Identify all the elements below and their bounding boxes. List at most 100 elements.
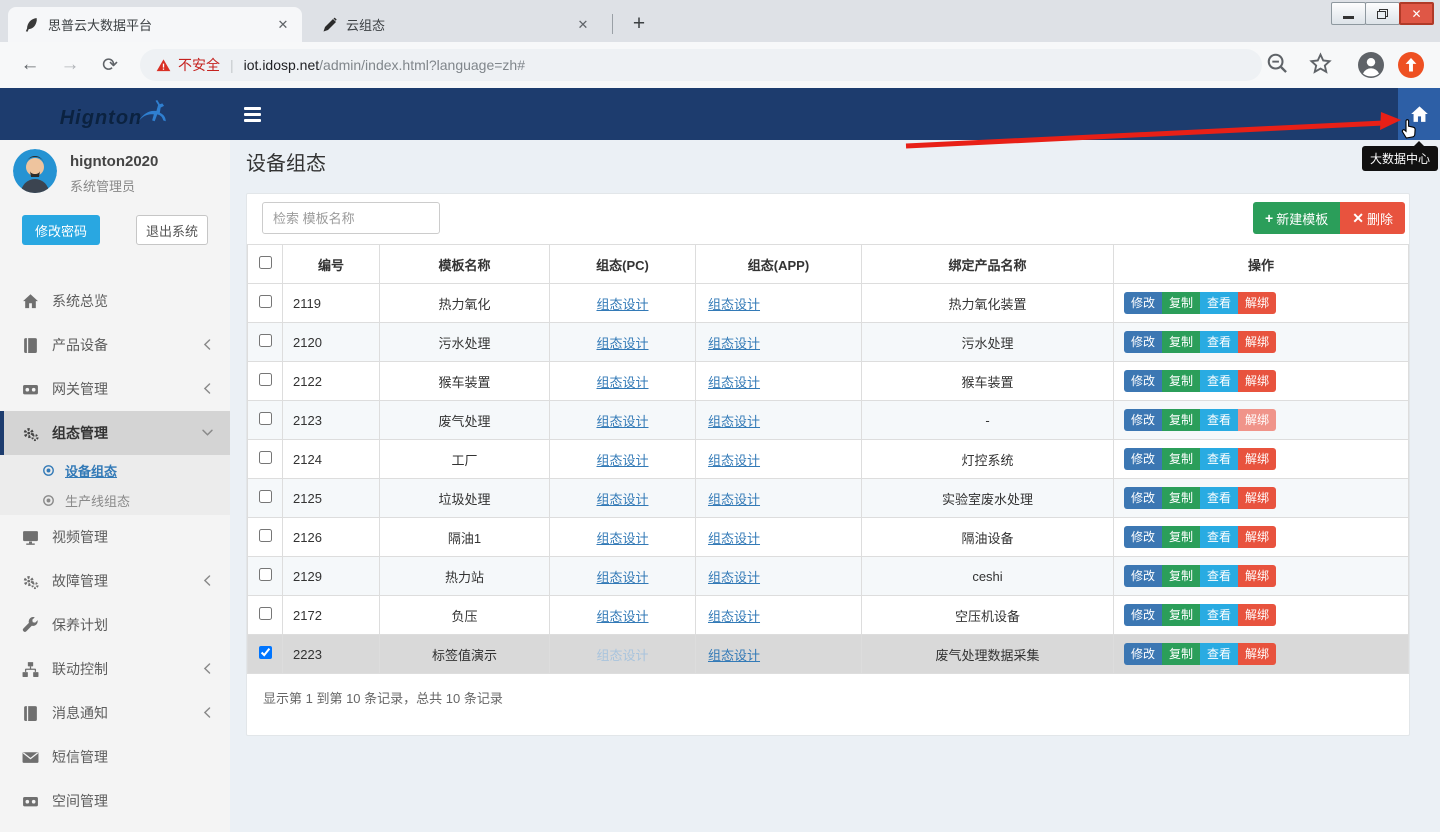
sidebar-item-message-notify[interactable]: 消息通知 [0,691,230,735]
unbind-button[interactable]: 解绑 [1238,448,1276,470]
copy-button[interactable]: 复制 [1162,643,1200,665]
close-button[interactable]: ✕ [1399,2,1434,25]
pc-config-link[interactable]: 组态设计 [596,336,648,351]
restore-button[interactable] [1365,2,1400,25]
sidebar-item-sms-management[interactable]: 短信管理 [0,735,230,779]
new-tab-button[interactable]: + [624,9,654,39]
sidebar-item-linkage-control[interactable]: 联动控制 [0,647,230,691]
pc-config-link[interactable]: 组态设计 [596,609,648,624]
sidebar-item-space-management[interactable]: 空间管理 [0,779,230,823]
sidebar-item-maintenance-plan[interactable]: 保养计划 [0,603,230,647]
address-bar[interactable]: 不安全 | iot.idosp.net /admin/index.html?la… [140,49,1262,81]
logout-button[interactable]: 退出系统 [136,215,208,245]
row-checkbox[interactable] [259,412,272,425]
modify-button[interactable]: 修改 [1124,292,1162,314]
hamburger-menu-icon[interactable] [244,103,266,125]
modify-button[interactable]: 修改 [1124,409,1162,431]
modify-button[interactable]: 修改 [1124,331,1162,353]
app-config-link[interactable]: 组态设计 [708,453,760,468]
modify-button[interactable]: 修改 [1124,370,1162,392]
pc-config-link[interactable]: 组态设计 [596,570,648,585]
modify-button[interactable]: 修改 [1124,487,1162,509]
modify-button[interactable]: 修改 [1124,526,1162,548]
sidebar-item-system-overview[interactable]: 系统总览 [0,279,230,323]
view-button[interactable]: 查看 [1200,370,1238,392]
view-button[interactable]: 查看 [1200,643,1238,665]
bookmark-star-icon[interactable] [1309,52,1332,75]
view-button[interactable]: 查看 [1200,331,1238,353]
minimize-button[interactable] [1331,2,1366,25]
row-checkbox[interactable] [259,646,272,659]
sidebar-item-fault-management[interactable]: 故障管理 [0,559,230,603]
copy-button[interactable]: 复制 [1162,409,1200,431]
app-config-link[interactable]: 组态设计 [708,336,760,351]
copy-button[interactable]: 复制 [1162,292,1200,314]
unbind-button[interactable]: 解绑 [1238,526,1276,548]
view-button[interactable]: 查看 [1200,604,1238,626]
tab-close-icon[interactable]: ✕ [274,16,292,34]
modify-button[interactable]: 修改 [1124,643,1162,665]
copy-button[interactable]: 复制 [1162,526,1200,548]
view-button[interactable]: 查看 [1200,487,1238,509]
copy-button[interactable]: 复制 [1162,604,1200,626]
app-config-link[interactable]: 组态设计 [708,609,760,624]
extension-update-icon[interactable] [1398,52,1424,78]
back-icon[interactable]: ← [16,51,44,79]
copy-button[interactable]: 复制 [1162,448,1200,470]
browser-tab-inactive[interactable]: 云组态 ✕ [306,7,602,42]
new-template-button[interactable]: +新建模板 [1253,202,1340,234]
view-button[interactable]: 查看 [1200,448,1238,470]
unbind-button[interactable]: 解绑 [1238,643,1276,665]
unbind-button[interactable]: 解绑 [1238,409,1276,431]
sidebar-item-video-management[interactable]: 视频管理 [0,515,230,559]
sidebar-item-product-device[interactable]: 产品设备 [0,323,230,367]
view-button[interactable]: 查看 [1200,409,1238,431]
unbind-button[interactable]: 解绑 [1238,565,1276,587]
pc-config-link[interactable]: 组态设计 [596,531,648,546]
search-input[interactable] [262,202,440,234]
app-config-link[interactable]: 组态设计 [708,570,760,585]
app-config-link[interactable]: 组态设计 [708,297,760,312]
modify-button[interactable]: 修改 [1124,604,1162,626]
app-config-link[interactable]: 组态设计 [708,375,760,390]
select-all-checkbox[interactable] [259,256,272,269]
copy-button[interactable]: 复制 [1162,565,1200,587]
sidebar-subitem-production-line-config[interactable]: 生产线组态 [0,485,230,515]
unbind-button[interactable]: 解绑 [1238,604,1276,626]
row-checkbox[interactable] [259,451,272,464]
row-checkbox[interactable] [259,529,272,542]
pc-config-link[interactable]: 组态设计 [596,297,648,312]
browser-tab-active[interactable]: 思普云大数据平台 ✕ [8,7,302,42]
reload-icon[interactable]: ⟳ [96,51,124,79]
app-config-link[interactable]: 组态设计 [708,492,760,507]
sidebar-item-config-management[interactable]: 组态管理 [0,411,230,455]
pc-config-link[interactable]: 组态设计 [596,648,648,663]
unbind-button[interactable]: 解绑 [1238,370,1276,392]
modify-button[interactable]: 修改 [1124,448,1162,470]
view-button[interactable]: 查看 [1200,292,1238,314]
row-checkbox[interactable] [259,334,272,347]
copy-button[interactable]: 复制 [1162,487,1200,509]
copy-button[interactable]: 复制 [1162,331,1200,353]
app-config-link[interactable]: 组态设计 [708,531,760,546]
change-password-button[interactable]: 修改密码 [22,215,100,245]
pc-config-link[interactable]: 组态设计 [596,375,648,390]
pc-config-link[interactable]: 组态设计 [596,414,648,429]
forward-icon[interactable]: → [56,51,84,79]
modify-button[interactable]: 修改 [1124,565,1162,587]
row-checkbox[interactable] [259,295,272,308]
row-checkbox[interactable] [259,568,272,581]
zoom-out-icon[interactable] [1266,52,1288,74]
view-button[interactable]: 查看 [1200,526,1238,548]
bigdata-center-home-button[interactable] [1398,88,1440,140]
app-config-link[interactable]: 组态设计 [708,414,760,429]
row-checkbox[interactable] [259,607,272,620]
unbind-button[interactable]: 解绑 [1238,331,1276,353]
app-config-link[interactable]: 组态设计 [708,648,760,663]
pc-config-link[interactable]: 组态设计 [596,492,648,507]
delete-button[interactable]: ✕删除 [1340,202,1405,234]
copy-button[interactable]: 复制 [1162,370,1200,392]
sidebar-item-gateway-management[interactable]: 网关管理 [0,367,230,411]
tab-close-icon[interactable]: ✕ [574,16,592,34]
browser-profile-avatar[interactable] [1358,52,1384,78]
